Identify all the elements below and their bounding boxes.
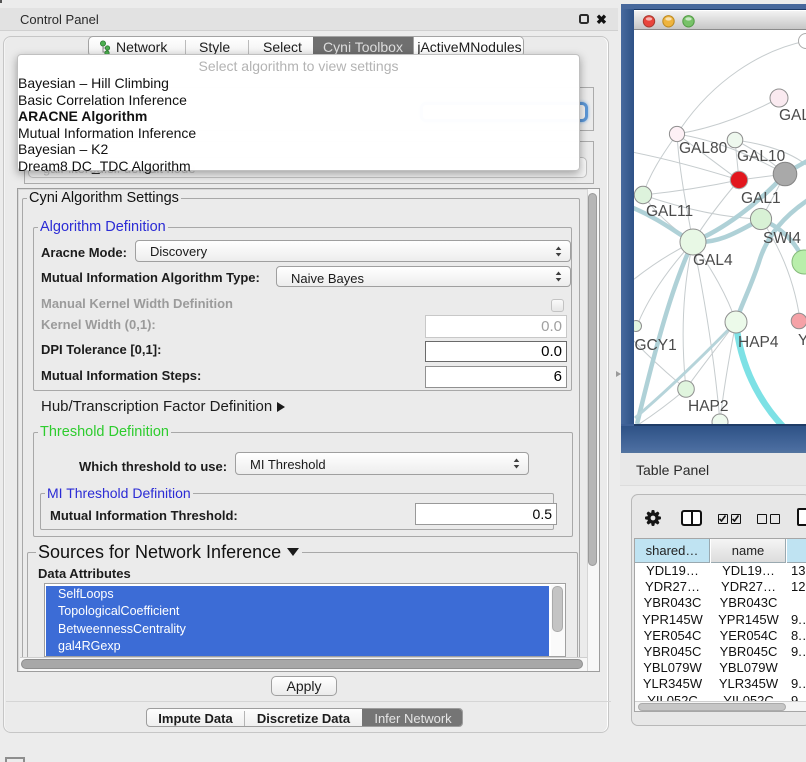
svg-text:SWI4: SWI4 <box>763 230 801 247</box>
svg-text:GAL80: GAL80 <box>679 140 728 157</box>
svg-text:GAL4: GAL4 <box>693 252 733 269</box>
svg-text:GAL7: GAL7 <box>779 107 806 124</box>
svg-text:Y: Y <box>798 332 806 349</box>
svg-text:GAL1: GAL1 <box>741 190 781 207</box>
svg-text:GAL11: GAL11 <box>646 203 693 220</box>
svg-text:GCY1: GCY1 <box>635 337 677 354</box>
svg-text:HAP2: HAP2 <box>688 398 729 415</box>
svg-text:GAL10: GAL10 <box>737 148 786 165</box>
svg-text:HAP4: HAP4 <box>738 334 779 351</box>
